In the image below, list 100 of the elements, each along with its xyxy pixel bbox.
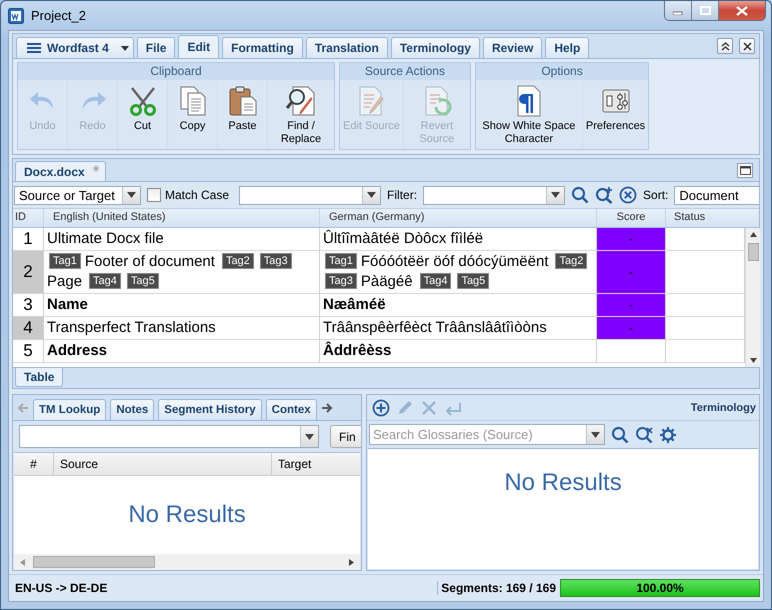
document-tab[interactable]: Docx.docx [15, 161, 106, 181]
maximize-panel-button[interactable] [737, 162, 753, 178]
horizontal-scrollbar[interactable] [14, 554, 360, 570]
column-header[interactable]: ID [13, 209, 44, 227]
score-cell: - [597, 294, 666, 316]
segment-count: Segments: 169 / 169 [437, 581, 556, 595]
clear-search-icon[interactable] [635, 426, 653, 444]
vertical-scrollbar[interactable] [745, 228, 760, 367]
minimize-button[interactable] [665, 1, 692, 20]
column-header[interactable]: Target [272, 453, 360, 475]
tag-badge: Tag3 [260, 253, 292, 269]
target-cell: Âddrêèss [320, 340, 597, 362]
scroll-thumb[interactable] [748, 243, 758, 261]
search-icon[interactable] [611, 426, 629, 444]
ribbon-button[interactable]: Copy [168, 80, 218, 149]
app-logo-icon [8, 8, 24, 24]
source-cell: Address [44, 340, 320, 362]
sort-label: Sort: [643, 188, 668, 202]
score-cell: - [597, 317, 666, 339]
maximize-icon [700, 6, 710, 15]
menu-icon [27, 42, 41, 54]
find-replace-icon [285, 85, 317, 117]
glossary-search-field[interactable]: Search Glossaries (Source) [369, 424, 605, 445]
group-title: Clipboard [18, 63, 334, 80]
column-header[interactable]: # [14, 453, 54, 475]
progress-reading: 100.00% [635, 581, 685, 595]
source-cell: Ultimate Docx file [44, 228, 320, 250]
add-icon[interactable] [372, 398, 390, 416]
search-plus-icon[interactable] [595, 186, 614, 204]
scroll-right-icon[interactable] [349, 558, 354, 566]
close-icon [742, 42, 752, 50]
tag-badge: Tag5 [126, 273, 159, 289]
settings-icon[interactable] [659, 426, 677, 444]
ribbon-tab[interactable]: Help [545, 37, 590, 58]
scope-dropdown[interactable]: Source or Target [14, 186, 141, 204]
column-header[interactable]: English (United States) [44, 209, 320, 227]
ribbon-tab[interactable]: File [136, 37, 176, 58]
segment-id-cell: 3 [13, 294, 44, 316]
column-header[interactable]: Score [597, 209, 666, 227]
collapse-ribbon-button[interactable] [717, 38, 733, 54]
ribbon-button[interactable]: Preferences [582, 80, 648, 149]
tag-badge: Tag2 [555, 253, 588, 269]
scroll-thumb[interactable] [33, 556, 155, 568]
window-title: Project_2 [31, 8, 86, 23]
panel-tab[interactable]: Notes [110, 399, 154, 420]
scroll-down-icon[interactable] [750, 358, 756, 363]
segment-id-cell: 1 [13, 228, 44, 250]
panel-title: Terminology [690, 402, 756, 414]
match-case-checkbox[interactable]: Match Case [147, 188, 230, 202]
ribbon-tab[interactable]: Review [482, 37, 542, 58]
scroll-left-icon[interactable] [20, 558, 25, 566]
ribbon-button[interactable]: Paste [218, 80, 268, 149]
ribbon-tab[interactable]: Terminology [390, 37, 480, 58]
panel-tab[interactable]: TM Lookup [33, 399, 106, 420]
filter-label: Filter: [387, 188, 418, 202]
caret-icon [127, 192, 136, 198]
caret-icon [591, 432, 600, 438]
empty-message: No Results [504, 469, 622, 498]
tag-badge: Tag4 [420, 273, 452, 289]
group-title: Source Actions [340, 63, 470, 80]
caret-icon [305, 434, 314, 440]
panel-tab[interactable]: Segment History [158, 399, 262, 420]
tag-badge: Tag1 [325, 253, 357, 269]
tag-badge: Tag5 [457, 273, 490, 289]
ribbon-tab[interactable]: Edit [178, 35, 220, 58]
ribbon-tab[interactable]: Formatting [222, 37, 303, 58]
search-field[interactable] [239, 186, 382, 204]
view-tab[interactable]: Table [15, 368, 64, 387]
ribbon-button[interactable]: Find / Replace [268, 80, 334, 149]
column-header[interactable]: German (Germany) [320, 209, 597, 227]
score-cell: - [597, 228, 666, 250]
column-header[interactable]: Status [666, 209, 759, 227]
search-icon[interactable] [571, 186, 590, 204]
paste-icon [226, 85, 258, 117]
window-icon [740, 166, 750, 174]
close-button[interactable] [739, 38, 755, 54]
scroll-right-icon[interactable] [320, 402, 333, 412]
caret-icon [120, 46, 129, 50]
app-menu-button[interactable]: Wordfast 4 [16, 37, 134, 58]
ribbon-tab[interactable]: Translation [306, 37, 388, 58]
column-header[interactable]: Source [54, 453, 272, 475]
segment-id-cell: 2 [13, 251, 44, 293]
clear-icon[interactable] [619, 186, 638, 204]
caret-icon [551, 192, 560, 198]
maximize-button[interactable] [692, 1, 719, 20]
close-icon [736, 6, 748, 16]
tag-badge: Tag2 [222, 253, 254, 269]
panel-tab[interactable]: Contex [266, 399, 317, 420]
score-cell: - [597, 251, 666, 293]
sort-field[interactable]: Document [674, 186, 759, 204]
scroll-up-icon[interactable] [750, 232, 756, 237]
chevron-up-icon [720, 42, 730, 50]
segment-id-cell: 5 [13, 340, 44, 362]
ribbon-button[interactable]: Cut [118, 80, 168, 149]
close-icon[interactable] [92, 164, 99, 173]
ribbon-button[interactable]: Show White Space Character [476, 80, 583, 149]
find-button[interactable]: Fin [330, 425, 361, 448]
language-pair: EN-US -> DE-DE [15, 581, 108, 595]
tag-badge: Tag3 [325, 273, 357, 289]
segment-id-cell: 4 [13, 317, 44, 339]
